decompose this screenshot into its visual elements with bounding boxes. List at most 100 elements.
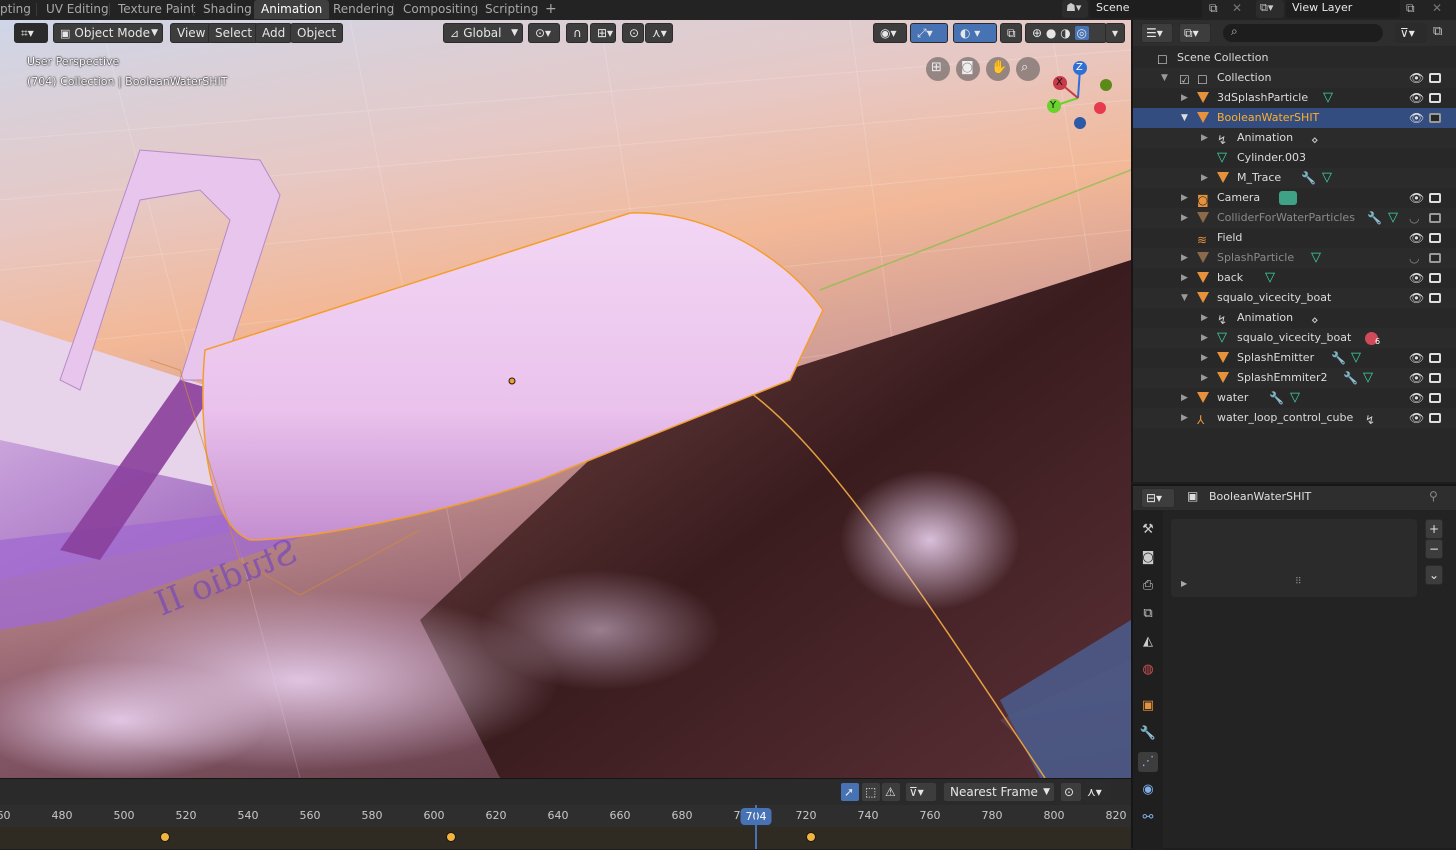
outliner-row-collection[interactable]: ▼ ☑ ☐ Collection 👁	[1133, 68, 1456, 88]
outliner[interactable]: ☰▾ ⧉▾ ⌕ ⊽▾ ⧉ ☐ Scene Collection ▼ ☑ ☐ Co…	[1131, 20, 1456, 482]
outliner-row-cylinder[interactable]: ▽ Cylinder.003	[1133, 148, 1456, 168]
pan-view-button[interactable]: ✋	[986, 57, 1010, 81]
tab-texture-paint[interactable]: Texture Paint	[111, 0, 202, 19]
eye-icon[interactable]: 👁	[1409, 88, 1424, 108]
resize-handle-icon[interactable]: ⠿	[1295, 577, 1302, 587]
modifier-icon[interactable]: 🔧	[1331, 348, 1346, 368]
modifier-icon[interactable]: 🔧	[1269, 388, 1284, 408]
disclosure-closed-icon[interactable]: ▶	[1201, 168, 1208, 188]
eye-icon[interactable]: 👁	[1409, 68, 1424, 88]
timeline-editor[interactable]: ➚ ⬚ ⚠ ⊽▾ Nearest Frame ▼ ⊙ ⋏▾ 460 480 500…	[0, 778, 1131, 849]
properties-editor[interactable]: ⊟▾ ▣ BooleanWaterSHIT ⚲ ⚒ ◙ ⎙ ⧉ ◭ ◍ ▣ 🔧 …	[1131, 484, 1456, 850]
snap-toggle[interactable]: ∩	[566, 23, 588, 43]
eye-icon[interactable]: 👁	[1409, 288, 1424, 308]
falloff-select[interactable]: ⋏▾	[1083, 782, 1111, 802]
outliner-row-booleanwatershit[interactable]: ▼ BooleanWaterSHIT 👁	[1133, 108, 1456, 128]
box-select-button[interactable]: ⬚	[861, 782, 881, 802]
overlays-toggle[interactable]: ◐ ▾	[953, 23, 997, 43]
action-icon[interactable]: ⋄	[1311, 130, 1319, 150]
disclosure-open-icon[interactable]: ▼	[1181, 288, 1188, 308]
eye-icon[interactable]: 👁	[1409, 268, 1424, 288]
eye-closed-icon[interactable]: ◡	[1409, 248, 1419, 268]
scene-selector[interactable]: ☗▾	[1062, 0, 1088, 18]
camera-view-button[interactable]: ◙	[956, 57, 980, 81]
camera-icon[interactable]	[1429, 413, 1441, 423]
tab-animation[interactable]: Animation	[254, 0, 330, 19]
outliner-search-input[interactable]: ⌕	[1223, 24, 1383, 42]
warning-toggle[interactable]: ⚠	[881, 782, 901, 802]
camera-icon[interactable]	[1429, 233, 1441, 243]
modifier-tab-icon[interactable]: 🔧	[1138, 724, 1158, 744]
disclosure-closed-icon[interactable]: ▶	[1201, 128, 1208, 148]
delete-scene-icon[interactable]: ✕	[1232, 1, 1242, 15]
disclosure-closed-icon[interactable]: ▶	[1181, 268, 1188, 288]
disclosure-closed-icon[interactable]: ▶	[1201, 328, 1208, 348]
zoom-view-button[interactable]: ⌕	[1016, 57, 1040, 81]
filter-button[interactable]: ⊽▾	[1395, 23, 1427, 43]
disclosure-closed-icon[interactable]: ▶	[1201, 308, 1208, 328]
frame-ruler[interactable]: 460 480 500 520 540 560 580 600 620 640 …	[0, 805, 1131, 827]
camera-icon[interactable]	[1429, 353, 1441, 363]
tab-shading[interactable]: Shading	[196, 0, 259, 19]
scene-tab-icon[interactable]: ◭	[1138, 632, 1158, 652]
playhead[interactable]	[755, 805, 757, 849]
tool-tab-icon[interactable]: ⚒	[1138, 520, 1158, 540]
delete-view-layer-icon[interactable]: ✕	[1432, 1, 1442, 15]
visibility-button[interactable]: ◉▾	[873, 23, 907, 43]
add-slot-button[interactable]: +	[1425, 519, 1443, 539]
keyframe[interactable]	[160, 832, 170, 842]
outliner-row-splashemitter[interactable]: ▶ SplashEmitter 🔧 ▽ 👁	[1133, 348, 1456, 368]
proportional-edit-toggle[interactable]: ⊙	[622, 23, 644, 43]
filter-button[interactable]: ⊽▾	[905, 782, 937, 802]
camera-icon[interactable]	[1429, 113, 1441, 123]
tab-scripting[interactable]: Scripting	[478, 0, 545, 19]
eye-icon[interactable]: 👁	[1409, 348, 1424, 368]
world-tab-icon[interactable]: ◍	[1138, 660, 1158, 680]
scene-name-field[interactable]: Scene	[1090, 0, 1202, 18]
camera-data-icon[interactable]	[1279, 191, 1297, 205]
disclosure-closed-icon[interactable]: ▶	[1181, 88, 1188, 108]
camera-icon[interactable]	[1429, 253, 1441, 263]
animation-data-icon[interactable]: ↯	[1365, 410, 1375, 430]
tab-scripting-partial[interactable]: pting	[0, 0, 38, 19]
specials-menu-button[interactable]: ⌄	[1425, 565, 1443, 585]
outliner-row-scene-collection[interactable]: ☐ Scene Collection	[1133, 48, 1456, 68]
menu-select[interactable]: Select	[208, 23, 260, 43]
modifier-icon[interactable]: 🔧	[1367, 208, 1382, 228]
outliner-row-animation[interactable]: ▶ ↯ Animation ⋄	[1133, 128, 1456, 148]
camera-icon[interactable]	[1429, 293, 1441, 303]
mode-select[interactable]: ▣ Object Mode ▼	[53, 23, 163, 43]
outliner-row-boat-mesh[interactable]: ▶ ▽ squalo_vicecity_boat 6	[1133, 328, 1456, 348]
copy-view-layer-icon[interactable]: ⧉	[1406, 1, 1415, 16]
menu-add[interactable]: Add	[255, 23, 293, 43]
camera-icon[interactable]	[1429, 213, 1441, 223]
material-shading-icon[interactable]: ◑	[1060, 26, 1070, 40]
eye-icon[interactable]: 👁	[1409, 408, 1424, 428]
outliner-row-field[interactable]: ≋ Field 👁	[1133, 228, 1456, 248]
view-layer-field[interactable]: View Layer	[1286, 0, 1400, 18]
outliner-row-water-loop-control-cube[interactable]: ▶ ⅄ water_loop_control_cube ↯ 👁	[1133, 408, 1456, 428]
outliner-row-splashemmiter2[interactable]: ▶ SplashEmmiter2 🔧 ▽ 👁	[1133, 368, 1456, 388]
remove-slot-button[interactable]: −	[1425, 539, 1443, 559]
outliner-row-back[interactable]: ▶ back ▽ 👁	[1133, 268, 1456, 288]
outliner-row-m-trace[interactable]: ▶ M_Trace 🔧 ▽	[1133, 168, 1456, 188]
physics-tab-icon[interactable]: ◉	[1138, 780, 1158, 800]
transform-orientation-select[interactable]: ⊿ Global ▼	[443, 23, 523, 43]
pin-icon[interactable]: ⚲	[1429, 489, 1438, 503]
object-tab-icon[interactable]: ▣	[1138, 696, 1158, 716]
action-icon[interactable]: ⋄	[1311, 310, 1319, 330]
solid-shading-icon[interactable]: ●	[1046, 26, 1056, 40]
eye-icon[interactable]: 👁	[1409, 188, 1424, 208]
view-layer-selector[interactable]: ⧉▾	[1256, 0, 1284, 18]
copy-scene-icon[interactable]: ⧉	[1209, 1, 1218, 16]
properties-editor-type[interactable]: ⊟▾	[1141, 488, 1175, 508]
outliner-row-camera[interactable]: ▶ ◙ Camera 👁	[1133, 188, 1456, 208]
shading-modes[interactable]: ⊕ ● ◑ ◎	[1025, 23, 1107, 43]
outliner-row-colliderforwaterparticles[interactable]: ▶ ColliderForWaterParticles 🔧 ▽ ◡	[1133, 208, 1456, 228]
tab-rendering[interactable]: Rendering	[326, 0, 401, 19]
eye-icon[interactable]: 👁	[1409, 388, 1424, 408]
pivot-point-button[interactable]: ⊙▾	[528, 23, 560, 43]
disclosure-closed-icon[interactable]: ▶	[1201, 368, 1208, 388]
mesh-data-icon[interactable]: ▽	[1311, 248, 1321, 268]
disclosure-open-icon[interactable]: ▼	[1181, 108, 1188, 128]
